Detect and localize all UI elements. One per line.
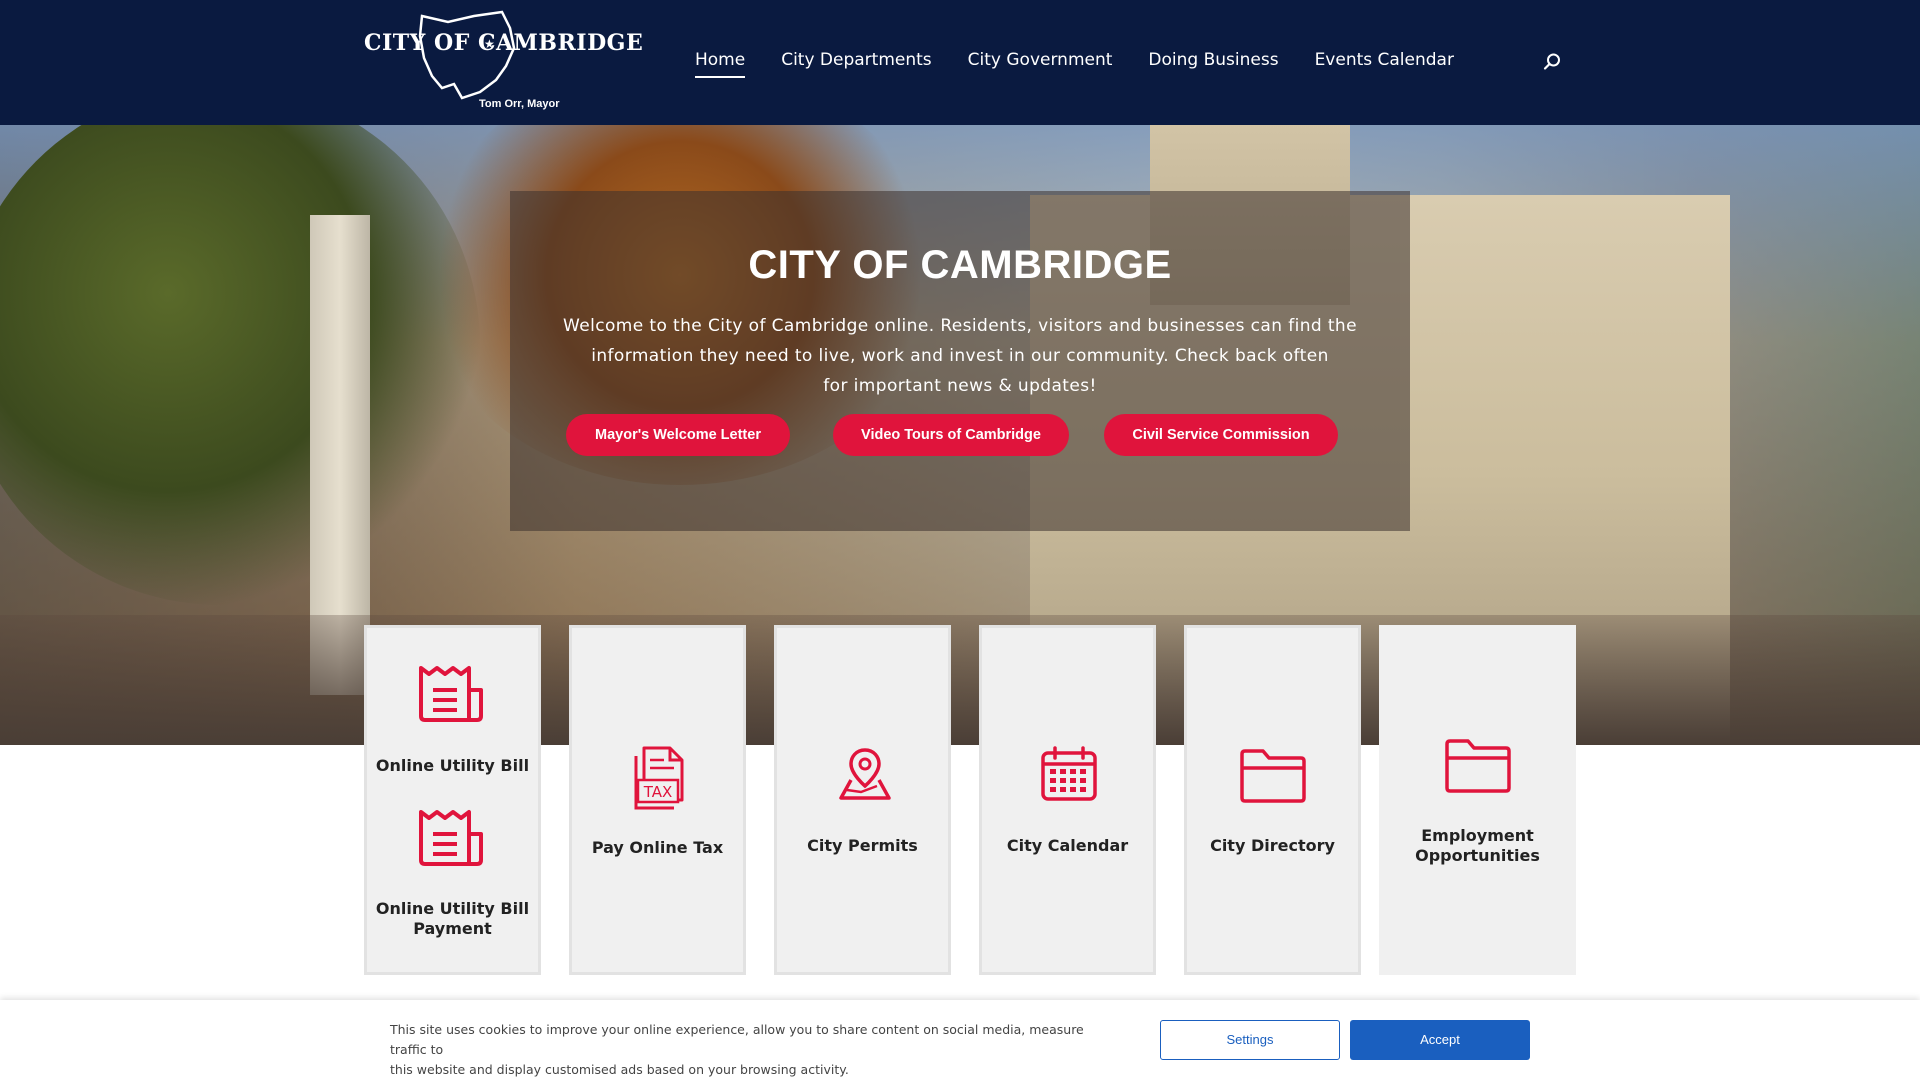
- search-icon[interactable]: [1542, 52, 1562, 72]
- hero-button-group: Mayor's Welcome Letter Video Tours of Ca…: [510, 414, 1410, 456]
- cookie-text-line: this website and display customised ads …: [390, 1062, 849, 1077]
- hero-text-line: information they need to live, work and …: [591, 346, 1329, 366]
- card-label-line: Opportunities: [1415, 846, 1540, 865]
- logo-wordmark: CITY OF CAMBRIDGE: [364, 30, 644, 56]
- city-permits-card[interactable]: City Permits: [774, 625, 951, 975]
- hero-background-tree: [0, 125, 480, 605]
- cookie-accept-button[interactable]: Accept: [1350, 1020, 1530, 1060]
- hero-welcome-text: Welcome to the City of Cambridge online.…: [560, 311, 1360, 401]
- tax-document-icon: TAX: [634, 746, 684, 810]
- city-calendar-card[interactable]: City Calendar: [979, 625, 1156, 975]
- main-nav: Home City Departments City Government Do…: [695, 50, 1454, 78]
- cookie-consent-bar: This site uses cookies to improve your o…: [0, 1000, 1920, 1080]
- site-header: ★ CITY OF CAMBRIDGE Tom Orr, Mayor Home …: [0, 0, 1920, 125]
- hero-title: CITY OF CAMBRIDGE: [748, 243, 1172, 287]
- video-tours-button[interactable]: Video Tours of Cambridge: [833, 414, 1069, 456]
- nav-events-calendar[interactable]: Events Calendar: [1315, 50, 1454, 78]
- hero-welcome-panel: CITY OF CAMBRIDGE Welcome to the City of…: [510, 191, 1410, 531]
- employment-opportunities-label: Employment Opportunities: [1382, 826, 1573, 866]
- nav-doing-business[interactable]: Doing Business: [1148, 50, 1278, 78]
- city-calendar-label: City Calendar: [1006, 836, 1129, 855]
- logo-mayor-name: Tom Orr, Mayor: [479, 98, 560, 110]
- online-utility-bill-payment-link[interactable]: Online Utility Bill Payment: [367, 899, 538, 939]
- nav-home[interactable]: Home: [695, 50, 746, 78]
- card-label-line: Employment: [1421, 826, 1534, 845]
- pay-online-tax-label: Pay Online Tax: [591, 838, 724, 857]
- map-pin-icon: [839, 748, 891, 800]
- folder-icon: [1240, 749, 1306, 803]
- cookie-text-line: This site uses cookies to improve your o…: [390, 1022, 1084, 1057]
- pay-online-tax-card[interactable]: TAX Pay Online Tax: [569, 625, 746, 975]
- hero-text-line: for important news & updates!: [823, 376, 1097, 396]
- utility-bill-card: Online Utility Bill Online Utility Bill …: [364, 625, 541, 975]
- civil-service-commission-button[interactable]: Civil Service Commission: [1104, 414, 1338, 456]
- mayors-welcome-letter-button[interactable]: Mayor's Welcome Letter: [566, 414, 790, 456]
- city-directory-label: City Directory: [1210, 836, 1335, 855]
- city-permits-label: City Permits: [807, 836, 918, 855]
- bill-icon[interactable]: [417, 664, 487, 726]
- cookie-consent-text: This site uses cookies to improve your o…: [390, 1020, 1120, 1080]
- folder-icon: [1445, 739, 1511, 793]
- nav-city-government[interactable]: City Government: [968, 50, 1113, 78]
- bill-icon[interactable]: [417, 808, 487, 870]
- city-directory-card[interactable]: City Directory: [1184, 625, 1361, 975]
- hero-text-line: Welcome to the City of Cambridge online.…: [563, 316, 1357, 336]
- cookie-settings-button[interactable]: Settings: [1160, 1020, 1340, 1060]
- calendar-icon: [1041, 746, 1097, 801]
- ohio-outline-icon: ★: [418, 10, 516, 100]
- city-logo[interactable]: ★ CITY OF CAMBRIDGE Tom Orr, Mayor: [364, 8, 643, 116]
- hero-background-street: [0, 615, 1920, 745]
- online-utility-bill-link[interactable]: Online Utility Bill: [367, 756, 538, 776]
- tax-icon-label: TAX: [643, 783, 673, 801]
- employment-opportunities-card[interactable]: Employment Opportunities: [1379, 625, 1576, 975]
- card-label-line: Payment: [413, 919, 492, 938]
- nav-city-departments[interactable]: City Departments: [781, 50, 931, 78]
- card-label-line: Online Utility Bill: [375, 899, 530, 918]
